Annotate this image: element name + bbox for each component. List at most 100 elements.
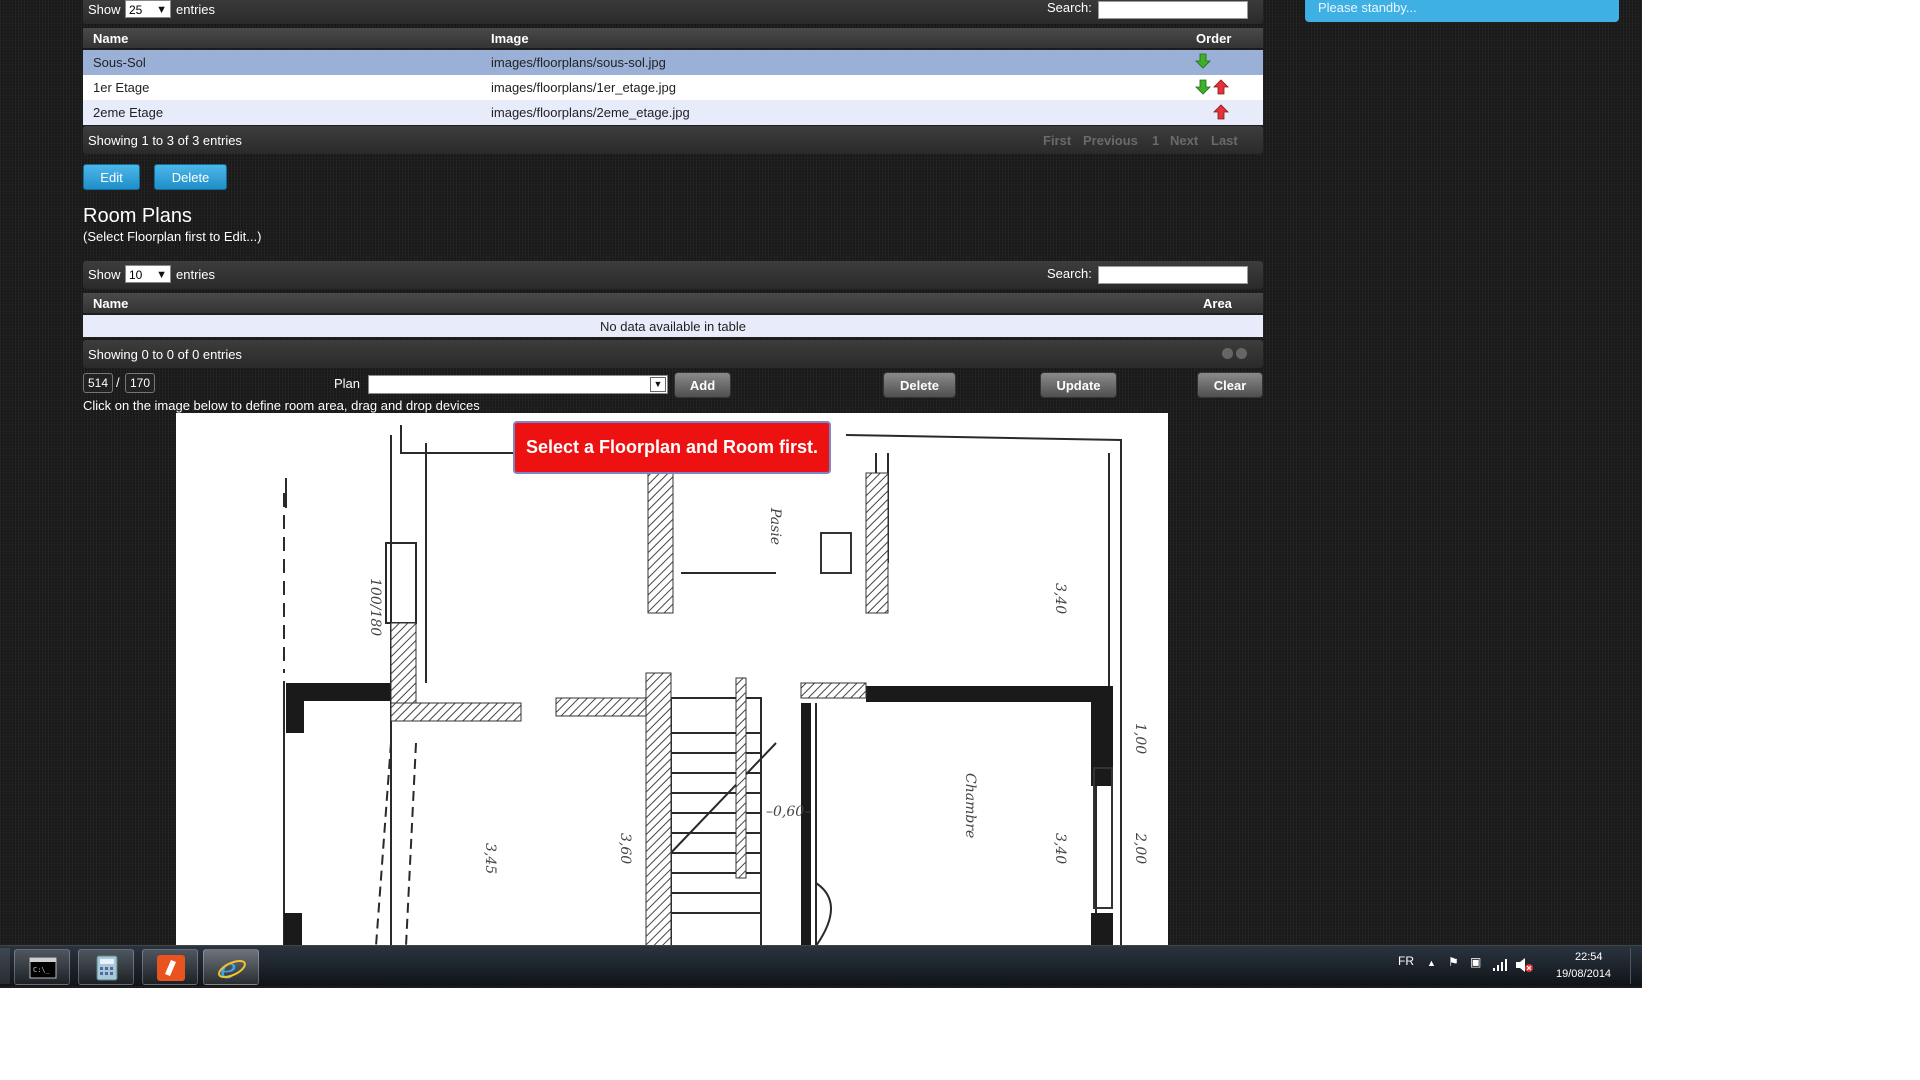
page-size-value: 10 [129, 268, 143, 282]
search-label: Search: [1047, 0, 1092, 15]
update-button[interactable]: Update [1040, 372, 1117, 398]
entries-label: entries [176, 2, 216, 17]
coord-y-field: 170 [125, 373, 155, 393]
rooms-table-header: Name Area [83, 293, 1263, 313]
svg-text:–0,60–: –0,60– [766, 804, 811, 820]
standby-text: Please standby... [1318, 0, 1417, 15]
internet-explorer-icon: e [218, 954, 246, 982]
search-label: Search: [1047, 266, 1092, 281]
calculator-icon [96, 955, 118, 981]
pager-previous-icon[interactable] [1222, 348, 1233, 359]
plan-select[interactable]: ▼ [368, 375, 668, 394]
volume-muted-icon[interactable] [1515, 957, 1533, 973]
coord-x-field: 514 [83, 373, 113, 393]
svg-text:3,40: 3,40 [1052, 583, 1068, 614]
pager-first[interactable]: First [1043, 133, 1071, 148]
floorplans-table-header: Name Image Order [83, 28, 1263, 48]
col-area[interactable]: Area [1203, 296, 1232, 311]
clock-date[interactable]: 19/08/2014 [1556, 968, 1611, 980]
taskbar-item-cmd[interactable]: C:\_ [14, 949, 70, 985]
add-button[interactable]: Add [674, 372, 731, 398]
clock-time[interactable]: 22:54 [1575, 951, 1603, 963]
show-desktop-button[interactable] [1630, 948, 1641, 984]
svg-text:3,45: 3,45 [482, 843, 498, 874]
table-row[interactable]: 2eme Etage images/floorplans/2eme_etage.… [83, 100, 1263, 125]
svg-text:Pasie: Pasie [767, 507, 783, 545]
rooms-footer: Showing 0 to 0 of 0 entries [83, 340, 1263, 368]
taskbar-item-calculator[interactable] [78, 949, 134, 985]
app-icon [157, 955, 185, 981]
rooms-search-input[interactable] [1098, 266, 1248, 284]
empty-text: No data available in table [600, 319, 746, 334]
floorplans-toolbar: Show 25 ▼ entries Search: [83, 0, 1263, 24]
table-row[interactable]: Sous-Sol images/floorplans/sous-sol.jpg [83, 50, 1263, 75]
row-image: images/floorplans/2eme_etage.jpg [491, 105, 690, 120]
standby-notification: Please standby... [1305, 0, 1619, 22]
chevron-down-icon: ▼ [156, 4, 167, 16]
svg-text:Chambre: Chambre [962, 773, 978, 838]
entries-label: entries [176, 267, 216, 282]
floorplans-page-size-select[interactable]: 25 ▼ [125, 0, 171, 18]
row-image: images/floorplans/sous-sol.jpg [491, 55, 666, 70]
svg-text:3,40: 3,40 [1052, 833, 1068, 864]
show-label: Show [88, 2, 121, 17]
chevron-down-icon: ▼ [156, 269, 167, 281]
taskbar-item-app[interactable] [142, 949, 198, 985]
table-info: Showing 0 to 0 of 0 entries [88, 347, 242, 362]
page-size-value: 25 [129, 3, 143, 17]
floorplans-footer: Showing 1 to 3 of 3 entries First Previo… [83, 126, 1263, 154]
svg-text:2,00: 2,00 [1132, 832, 1148, 864]
taskbar-item-ie[interactable]: e [203, 949, 259, 985]
coord-separator: / [116, 375, 120, 390]
row-name: Sous-Sol [93, 55, 146, 70]
arrow-up-icon[interactable] [1213, 104, 1229, 120]
row-name: 1er Etage [93, 80, 150, 95]
pager-next-icon[interactable] [1236, 348, 1247, 359]
plan-label: Plan [334, 376, 361, 391]
select-floorplan-alert: Select a Floorplan and Room first. [513, 421, 831, 474]
action-center-flag-icon[interactable]: ⚑ [1448, 955, 1459, 969]
svg-text:1,00: 1,00 [1132, 723, 1148, 754]
command-prompt-icon: C:\_ [29, 957, 57, 979]
rooms-page-size-select[interactable]: 10 ▼ [125, 265, 171, 283]
svg-text:C:\_: C:\_ [33, 966, 51, 974]
row-name: 2eme Etage [93, 105, 164, 120]
table-info: Showing 1 to 3 of 3 entries [88, 133, 242, 148]
show-hidden-icons-icon[interactable]: ▲ [1427, 958, 1436, 968]
desktop-screen: Show 25 ▼ entries Search: Name Image Ord… [0, 0, 1642, 988]
arrow-down-icon[interactable] [1195, 79, 1211, 95]
pager-page[interactable]: 1 [1152, 133, 1159, 148]
delete-room-button[interactable]: Delete [883, 372, 956, 398]
floorplan-drawing: 3,40 3,40 Chambre 3,45 3,60 100/180 Pasi… [283, 425, 1148, 946]
col-name[interactable]: Name [93, 31, 128, 46]
pager-previous[interactable]: Previous [1083, 133, 1138, 148]
language-indicator[interactable]: FR [1398, 954, 1414, 968]
network-signal-icon[interactable] [1492, 959, 1508, 971]
floorplan-image[interactable]: 3,40 3,40 Chambre 3,45 3,60 100/180 Pasi… [176, 413, 1168, 946]
arrow-up-icon[interactable] [1213, 79, 1229, 95]
windows-taskbar: C:\_ e FR ▲ ⚑ ▣ 22:54 19/08/2014 [0, 945, 1642, 986]
row-image: images/floorplans/1er_etage.jpg [491, 80, 677, 95]
empty-row: No data available in table [83, 315, 1263, 337]
pager-next[interactable]: Next [1170, 133, 1198, 148]
svg-text:100/180: 100/180 [367, 578, 383, 636]
floorplans-search-input[interactable] [1098, 1, 1248, 19]
clear-button[interactable]: Clear [1197, 372, 1263, 398]
chevron-down-icon: ▼ [650, 377, 666, 392]
col-name[interactable]: Name [93, 296, 128, 311]
show-label: Show [88, 267, 121, 282]
editor-hint: Click on the image below to define room … [83, 398, 480, 413]
svg-text:3,60: 3,60 [617, 833, 633, 864]
pager-last[interactable]: Last [1211, 133, 1238, 148]
rooms-toolbar: Show 10 ▼ entries Search: [83, 261, 1263, 289]
col-order[interactable]: Order [1196, 31, 1231, 46]
arrow-down-icon[interactable] [1195, 53, 1211, 69]
room-plans-title: Room Plans [83, 205, 192, 227]
edit-button[interactable]: Edit [83, 164, 140, 190]
start-edge[interactable] [0, 948, 10, 984]
table-row[interactable]: 1er Etage images/floorplans/1er_etage.jp… [83, 75, 1263, 100]
usb-device-icon[interactable]: ▣ [1470, 955, 1481, 969]
col-image[interactable]: Image [491, 31, 529, 46]
room-plans-subtitle: (Select Floorplan first to Edit...) [83, 229, 262, 244]
delete-floorplan-button[interactable]: Delete [154, 164, 227, 190]
